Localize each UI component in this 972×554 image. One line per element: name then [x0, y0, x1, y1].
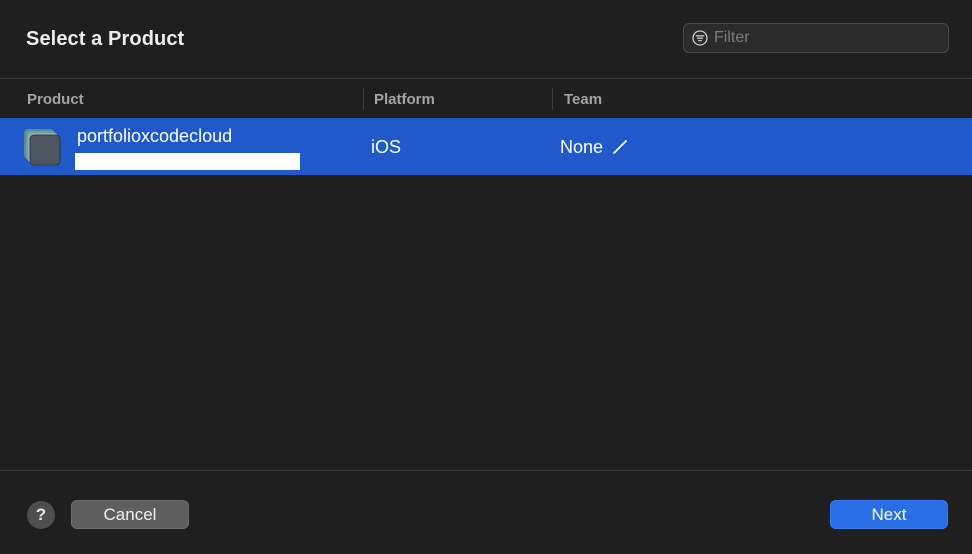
dialog-header: Select a Product: [0, 0, 972, 79]
table-header: Product Platform Team: [0, 80, 972, 118]
filter-field[interactable]: [683, 23, 949, 53]
table-row[interactable]: portfolioxcodecloud iOS None: [0, 118, 972, 175]
select-product-dialog: Select a Product Product Platform Team p…: [0, 0, 972, 554]
cancel-button[interactable]: Cancel: [71, 500, 189, 529]
app-stack-icon: [24, 129, 61, 166]
next-button[interactable]: Next: [830, 500, 948, 529]
redacted-bundle-id: [75, 153, 300, 170]
dialog-title: Select a Product: [26, 28, 185, 50]
column-divider[interactable]: [552, 88, 553, 110]
filter-input[interactable]: [714, 24, 944, 52]
product-name: portfolioxcodecloud: [77, 126, 233, 146]
column-header-team[interactable]: Team: [564, 91, 602, 108]
filter-icon: [692, 30, 708, 46]
help-button[interactable]: ?: [27, 501, 55, 529]
pencil-icon[interactable]: [612, 139, 628, 155]
column-header-product[interactable]: Product: [27, 91, 84, 108]
footer-divider: [0, 470, 972, 471]
product-platform: iOS: [371, 137, 402, 157]
product-team[interactable]: None: [560, 137, 603, 158]
column-header-platform[interactable]: Platform: [374, 91, 435, 108]
column-divider[interactable]: [363, 88, 364, 110]
